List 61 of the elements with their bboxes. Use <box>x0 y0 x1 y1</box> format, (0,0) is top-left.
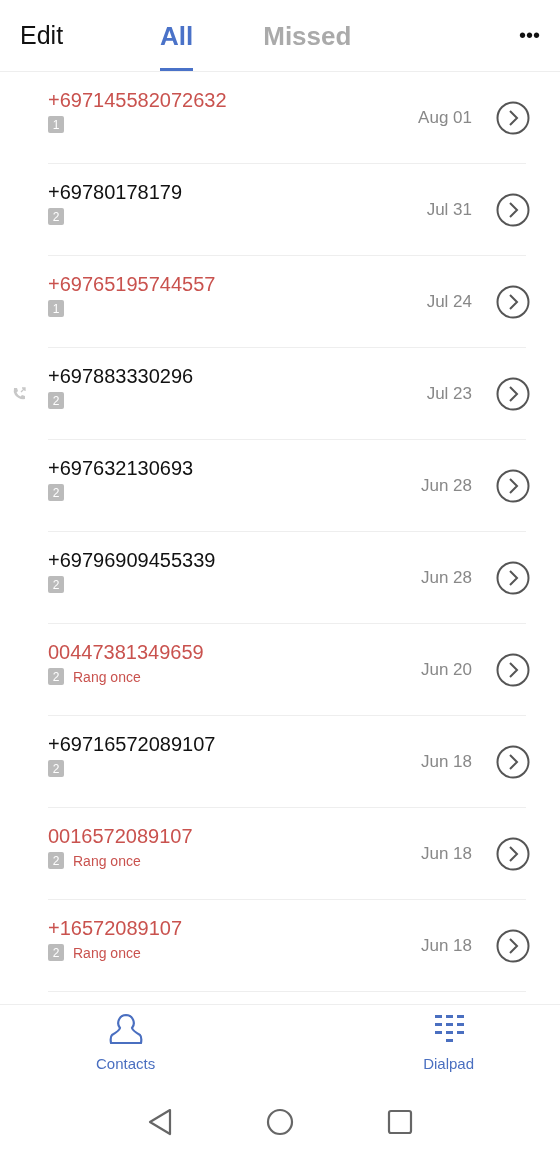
phone-number: 0016572089107 <box>48 825 194 848</box>
chevron-circle-icon[interactable] <box>496 377 530 411</box>
call-row[interactable]: 0016572089107 2 Rang once Jun 18 <box>0 808 560 900</box>
chevron-circle-icon[interactable] <box>496 469 530 503</box>
chevron-circle-icon[interactable] <box>496 745 530 779</box>
call-date: Jul 31 <box>426 200 472 220</box>
nav-tab[interactable]: Dialpad <box>417 1005 480 1092</box>
phone-number: +697632130693 <box>48 457 195 480</box>
phone-number: +16572089107 <box>48 917 184 940</box>
sim-badge: 2 <box>48 484 64 501</box>
phone-number: 00447381349659 <box>48 641 205 664</box>
call-row[interactable]: +697145582072632 1 Aug 01 <box>0 72 560 164</box>
call-date: Jul 24 <box>426 292 472 312</box>
phone-number: +69765195744557 <box>48 273 217 296</box>
call-note: Rang once <box>73 852 141 869</box>
call-row[interactable]: +69796909455339 2 Jun 28 <box>0 532 560 624</box>
edit-button[interactable]: Edit <box>20 21 160 50</box>
phone-number: +69780178179 <box>48 181 184 204</box>
call-date: Jun 18 <box>420 752 472 772</box>
call-row[interactable]: +16572089107 2 Rang once Jun 18 <box>0 900 560 992</box>
call-row[interactable]: +697632130693 2 Jun 28 <box>0 440 560 532</box>
person-icon <box>107 1011 144 1047</box>
sim-badge: 2 <box>48 760 64 777</box>
call-date: Jun 28 <box>420 476 472 496</box>
call-note: Rang once <box>73 668 141 685</box>
call-row[interactable]: +69716572089107 2 Jun 18 <box>0 716 560 808</box>
call-date: Jun 28 <box>420 568 472 588</box>
call-row[interactable]: +697883330296 2 Jul 23 <box>0 348 560 440</box>
sim-badge: 1 <box>48 116 64 133</box>
nav-tab[interactable]: Contacts <box>90 1005 162 1092</box>
phone-number: +697145582072632 <box>48 89 228 112</box>
phone-number: +697883330296 <box>48 365 195 388</box>
chevron-circle-icon[interactable] <box>496 193 530 227</box>
call-date: Aug 01 <box>418 108 472 128</box>
call-note: Rang once <box>73 944 141 961</box>
phone-number: +69796909455339 <box>48 549 217 572</box>
chevron-circle-icon[interactable] <box>496 101 530 135</box>
chevron-circle-icon[interactable] <box>496 929 530 963</box>
call-date: Jul 23 <box>426 384 472 404</box>
chevron-circle-icon[interactable] <box>496 837 530 871</box>
call-row[interactable]: 00447381349659 2 Rang once Jun 20 <box>0 624 560 716</box>
sim-badge: 2 <box>48 208 64 225</box>
call-date: Jun 20 <box>420 660 472 680</box>
tab[interactable]: All <box>160 0 194 71</box>
chevron-circle-icon[interactable] <box>496 285 530 319</box>
more-button[interactable]: ••• <box>519 24 540 47</box>
sim-badge: 2 <box>48 852 64 869</box>
phone-number: +69716572089107 <box>48 733 217 756</box>
chevron-circle-icon[interactable] <box>496 561 530 595</box>
call-date: Jun 18 <box>420 936 472 956</box>
call-date: Jun 18 <box>420 844 472 864</box>
call-row[interactable]: +69780178179 2 Jul 31 <box>0 164 560 256</box>
sim-badge: 2 <box>48 668 64 685</box>
chevron-circle-icon[interactable] <box>496 653 530 687</box>
call-row[interactable]: +69765195744557 1 Jul 24 <box>0 256 560 348</box>
sim-badge: 1 <box>48 300 64 317</box>
sim-badge: 2 <box>48 576 64 593</box>
home-icon[interactable] <box>265 1107 295 1137</box>
sim-badge: 2 <box>48 392 64 409</box>
recents-icon[interactable] <box>386 1108 415 1136</box>
sim-badge: 2 <box>48 944 64 961</box>
